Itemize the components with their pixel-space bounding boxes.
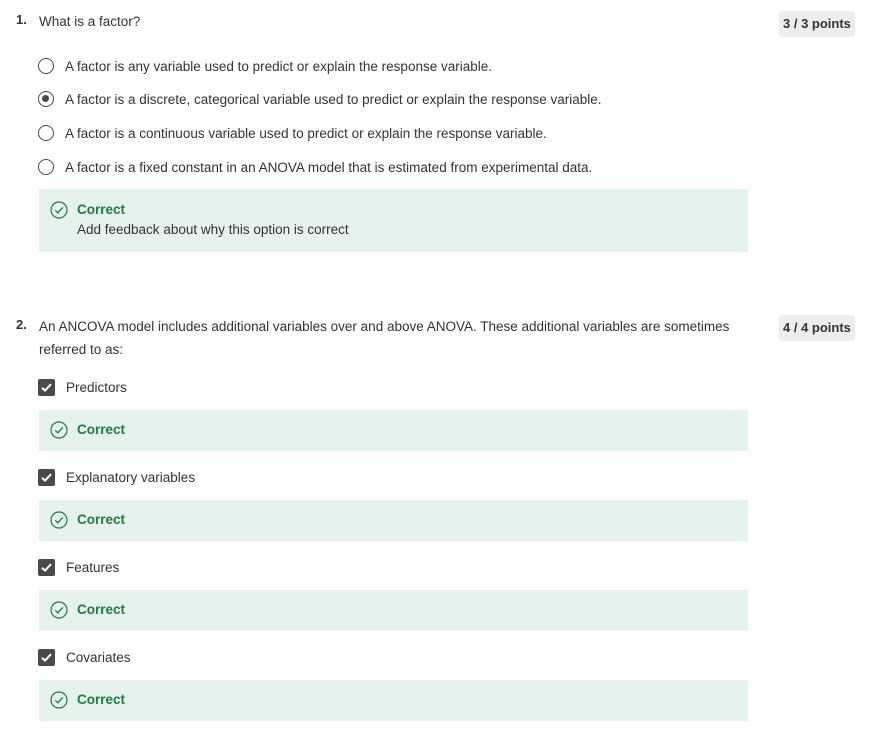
feedback-title: Correct bbox=[77, 692, 126, 707]
checkbox[interactable] bbox=[38, 558, 55, 576]
checkmark-icon bbox=[41, 473, 52, 482]
answer-option[interactable]: Features bbox=[38, 556, 119, 578]
question-number: 2. bbox=[16, 317, 27, 332]
feedback-panel: Correct bbox=[39, 410, 748, 451]
option-label: Predictors bbox=[66, 379, 127, 395]
checkmark-icon bbox=[41, 653, 52, 662]
feedback-panel: Correct bbox=[39, 500, 748, 541]
feedback-title: Correct bbox=[77, 512, 126, 527]
check-circle-icon bbox=[50, 601, 68, 619]
checkbox[interactable] bbox=[38, 378, 55, 396]
option-label: Features bbox=[66, 559, 120, 575]
question-text: An ANCOVA model includes additional vari… bbox=[39, 319, 730, 357]
checkbox[interactable] bbox=[38, 648, 55, 666]
answer-option[interactable]: Predictors bbox=[38, 376, 127, 398]
feedback-title: Correct bbox=[77, 602, 126, 617]
feedback-title: Correct bbox=[77, 422, 126, 437]
answer-option[interactable]: Covariates bbox=[38, 646, 131, 668]
option-label: Explanatory variables bbox=[66, 469, 196, 485]
checkbox[interactable] bbox=[38, 468, 55, 486]
feedback-panel: Correct bbox=[39, 590, 748, 631]
points-badge: 4 / 4 points bbox=[779, 315, 855, 341]
answer-option[interactable]: Explanatory variables bbox=[38, 466, 195, 488]
check-circle-icon bbox=[50, 421, 68, 439]
feedback-panel: Correct bbox=[39, 680, 748, 721]
check-circle-icon bbox=[50, 691, 68, 709]
check-circle-icon bbox=[50, 511, 68, 529]
option-label: Covariates bbox=[66, 649, 131, 665]
checkmark-icon bbox=[41, 563, 52, 572]
question-2: 2. An ANCOVA model includes additional v… bbox=[0, 0, 872, 735]
checkmark-icon bbox=[41, 383, 52, 392]
